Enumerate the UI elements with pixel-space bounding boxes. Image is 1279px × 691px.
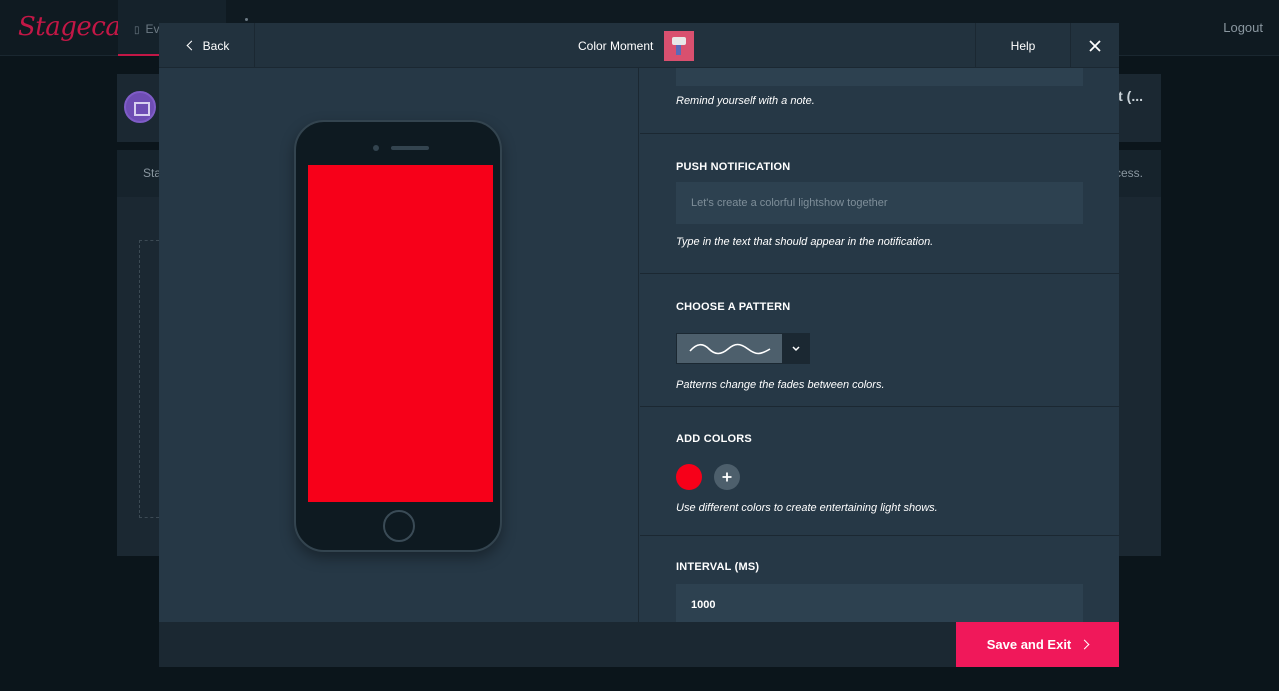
- dropzone-outline: [139, 240, 159, 518]
- help-button[interactable]: Help: [975, 23, 1071, 68]
- save-button-label: Save and Exit: [986, 637, 1072, 652]
- color-moment-modal: Back Color Moment Help Remind yourself w…: [159, 23, 1119, 667]
- map-icon: ▯: [134, 25, 140, 36]
- note-section: Remind yourself with a note.: [640, 68, 1119, 134]
- color-swatch-red[interactable]: [676, 464, 702, 490]
- interval-title: INTERVAL (MS): [676, 561, 760, 573]
- event-content-status: cess.: [1114, 166, 1143, 180]
- colors-title: ADD COLORS: [676, 433, 752, 445]
- phone-mockup: [294, 120, 502, 552]
- back-button-label: Back: [202, 38, 230, 53]
- logout-link[interactable]: Logout: [1223, 20, 1263, 35]
- phone-home-button: [383, 510, 415, 542]
- push-notification-hint: Type in the text that should appear in t…: [676, 236, 934, 248]
- push-notification-input[interactable]: [676, 182, 1083, 224]
- close-button[interactable]: [1071, 23, 1119, 68]
- chevron-left-icon: [186, 40, 197, 51]
- push-notification-section: PUSH NOTIFICATION Type in the text that …: [640, 134, 1119, 274]
- phone-speaker: [391, 146, 429, 150]
- help-button-label: Help: [1010, 38, 1036, 53]
- chevron-down-icon: [782, 334, 809, 363]
- save-and-exit-button[interactable]: Save and Exit: [956, 622, 1119, 667]
- paint-roller-icon: [664, 30, 695, 61]
- interval-input[interactable]: [676, 584, 1083, 622]
- pattern-section: CHOOSE A PATTERN Patterns change the fad…: [640, 274, 1119, 407]
- pattern-hint: Patterns change the fades between colors…: [676, 379, 885, 391]
- back-button[interactable]: Back: [159, 23, 255, 68]
- settings-panel[interactable]: Remind yourself with a note. PUSH NOTIFI…: [640, 68, 1119, 622]
- event-icon: [124, 91, 156, 123]
- pattern-title: CHOOSE A PATTERN: [676, 301, 791, 313]
- colors-section: ADD COLORS Use different colors to creat…: [640, 407, 1119, 536]
- note-input[interactable]: [676, 68, 1083, 86]
- modal-header: Back Color Moment Help: [159, 23, 1119, 68]
- chevron-right-icon: [1079, 639, 1090, 650]
- nav-tab-label: Ev: [145, 22, 160, 36]
- nav-indicator-dot: [245, 18, 248, 21]
- close-icon: [1089, 39, 1101, 52]
- wave-pattern-icon: [677, 334, 783, 363]
- note-hint: Remind yourself with a note.: [676, 95, 815, 107]
- push-notification-title: PUSH NOTIFICATION: [676, 161, 791, 173]
- phone-camera: [373, 145, 379, 151]
- modal-title-text: Color Moment: [578, 38, 654, 53]
- pattern-dropdown[interactable]: [676, 333, 810, 364]
- phone-screen-preview: [308, 165, 493, 502]
- plus-icon: [722, 472, 732, 482]
- add-color-button[interactable]: [714, 464, 740, 490]
- preview-panel: [159, 68, 639, 622]
- colors-hint: Use different colors to create entertain…: [676, 502, 938, 514]
- modal-title: Color Moment: [578, 23, 695, 68]
- modal-footer: Save and Exit: [159, 622, 1119, 667]
- interval-section: INTERVAL (MS): [640, 536, 1119, 622]
